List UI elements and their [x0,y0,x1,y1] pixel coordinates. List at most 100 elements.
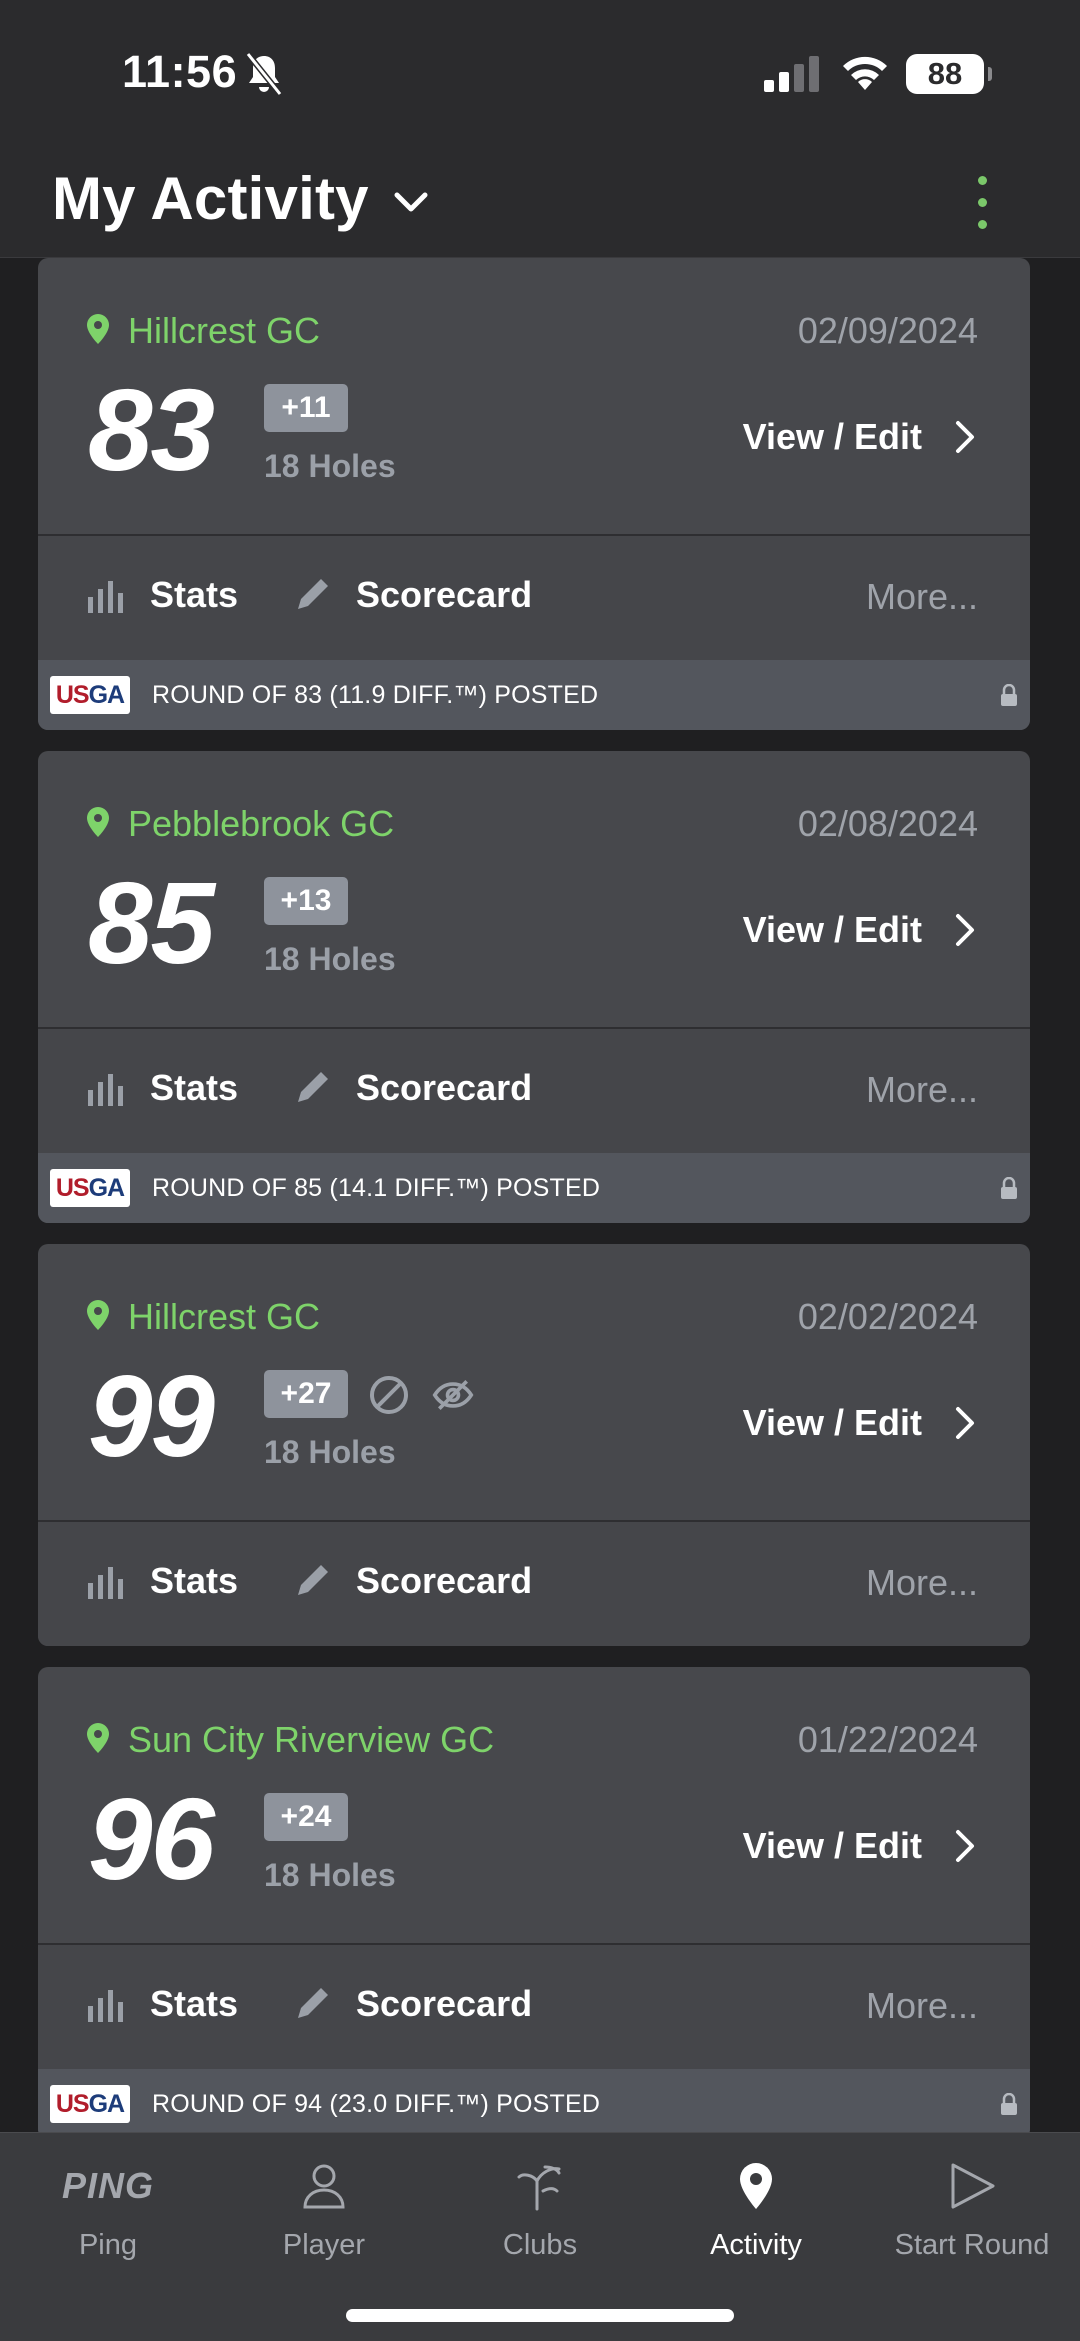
location-pin-icon [87,314,109,344]
stats-button[interactable]: Stats [86,1983,238,2025]
round-date: 02/02/2024 [797,1296,978,1337]
view-edit-label: View / Edit [742,1825,922,1866]
tab-label: Clubs [502,2229,578,2261]
tab-start-round[interactable]: Start Round [872,2161,1072,2262]
round-summary[interactable]: Pebblebrook GC 02/08/2024 85 +13 18 Hole… [38,751,1030,1027]
tab-player[interactable]: Player [224,2161,424,2262]
person-icon [303,2164,345,2209]
lock-icon [1001,1177,1017,1199]
tab-ping[interactable]: PING Ping [8,2161,208,2262]
lock-icon [1001,2093,1017,2115]
stats-label: Stats [150,574,239,615]
rounds-list[interactable]: Hillcrest GC 02/09/2024 83 +11 18 Holes … [0,258,1080,2132]
bar-chart-icon [88,1074,123,1106]
round-score: 85 [88,858,215,988]
usga-posted-text: ROUND OF 85 (14.1 DIFF.™) POSTED [152,1173,601,1202]
view-edit-link[interactable]: View / Edit [743,416,978,458]
scorecard-button[interactable]: Scorecard [292,1983,532,2025]
course-name: Sun City Riverview GC [128,1719,495,1760]
bar-chart-icon [88,581,123,613]
tab-clubs[interactable]: Clubs [440,2161,640,2262]
round-summary[interactable]: Hillcrest GC 02/09/2024 83 +11 18 Holes … [38,258,1030,534]
round-card: Hillcrest GC 02/09/2024 83 +11 18 Holes … [38,258,1030,730]
scorecard-label: Scorecard [356,1560,533,1601]
activity-filter-dropdown[interactable]: My Activity [52,164,431,233]
tab-label: Start Round [894,2229,1050,2261]
view-edit-link[interactable]: View / Edit [743,1402,978,1444]
round-actions: Stats Scorecard More... [38,1520,1030,1646]
course-name: Hillcrest GC [128,310,321,351]
view-edit-label: View / Edit [742,416,922,457]
over-par-badge: +13 [264,877,348,925]
round-status-icons [368,1374,474,1416]
round-score: 96 [88,1774,215,1904]
scorecard-button[interactable]: Scorecard [292,1560,532,1602]
stats-button[interactable]: Stats [86,574,238,616]
stats-button[interactable]: Stats [86,1067,238,1109]
battery-indicator: 88 [906,54,992,94]
more-options-button[interactable] [970,176,994,234]
chevron-right-icon [956,421,974,453]
bell-off-icon [245,52,283,96]
wifi-icon [843,56,887,90]
pencil-icon [298,1072,328,1102]
location-pin-icon [87,1300,109,1330]
map-pin-icon [740,2163,772,2209]
ping-logo: PING [61,2165,154,2206]
round-summary[interactable]: Sun City Riverview GC 01/22/2024 96 +24 … [38,1667,1030,1943]
view-edit-link[interactable]: View / Edit [743,1825,978,1867]
round-date: 02/09/2024 [797,310,978,351]
round-score: 99 [88,1351,215,1481]
location-pin-icon [87,807,109,837]
round-date: 02/08/2024 [797,803,978,844]
scorecard-label: Scorecard [356,1983,533,2024]
round-card: Hillcrest GC 02/02/2024 99 +27 18 Holes … [38,1244,1030,1646]
usga-posted-bar: USGA ROUND OF 83 (11.9 DIFF.™) POSTED [38,660,1030,730]
scorecard-button[interactable]: Scorecard [292,574,532,616]
usga-posted-text: ROUND OF 83 (11.9 DIFF.™) POSTED [152,680,599,709]
view-edit-link[interactable]: View / Edit [743,909,978,951]
top-bar: 11:56 88 My Activity [0,0,1080,258]
clubs-icon [517,2165,561,2211]
home-indicator [346,2309,734,2322]
more-link[interactable]: More... [866,1069,978,1111]
usga-logo: USGA [50,676,130,714]
more-link[interactable]: More... [866,576,978,618]
course-name: Pebblebrook GC [128,803,395,844]
holes-count: 18 Holes [264,1857,396,1893]
scorecard-button[interactable]: Scorecard [292,1067,532,1109]
round-summary[interactable]: Hillcrest GC 02/02/2024 99 +27 18 Holes … [38,1244,1030,1520]
chevron-right-icon [956,1830,974,1862]
scorecard-label: Scorecard [356,574,533,615]
chevron-right-icon [956,1407,974,1439]
course-name: Hillcrest GC [128,1296,321,1337]
stats-button[interactable]: Stats [86,1560,238,1602]
round-score: 83 [88,365,215,495]
pencil-icon [298,1988,328,2018]
scorecard-label: Scorecard [356,1067,533,1108]
usga-posted-bar: USGA ROUND OF 85 (14.1 DIFF.™) POSTED [38,1153,1030,1223]
over-par-badge: +11 [264,384,348,432]
over-par-badge: +24 [264,1793,348,1841]
round-actions: Stats Scorecard More... [38,1943,1030,2069]
view-edit-label: View / Edit [742,909,922,950]
stats-label: Stats [150,1560,239,1601]
stats-label: Stats [150,1067,239,1108]
pencil-icon [298,1565,328,1595]
chevron-right-icon [956,914,974,946]
round-actions: Stats Scorecard More... [38,1027,1030,1153]
view-edit-label: View / Edit [742,1402,922,1443]
round-card: Pebblebrook GC 02/08/2024 85 +13 18 Hole… [38,751,1030,1223]
tab-label: Ping [78,2229,138,2261]
eye-off-icon [432,1380,474,1410]
page-title: My Activity [52,165,369,232]
tab-activity[interactable]: Activity [656,2161,856,2262]
usga-logo: USGA [50,2085,130,2123]
round-date: 01/22/2024 [797,1719,978,1760]
more-link[interactable]: More... [866,1562,978,1604]
usga-posted-bar: USGA ROUND OF 94 (23.0 DIFF.™) POSTED [38,2069,1030,2132]
cell-signal-icon [764,56,819,92]
activity-screen: 11:56 88 My Activity Hillcrest GC 02/09/… [0,0,1080,2341]
usga-posted-text: ROUND OF 94 (23.0 DIFF.™) POSTED [152,2089,601,2118]
more-link[interactable]: More... [866,1985,978,2027]
